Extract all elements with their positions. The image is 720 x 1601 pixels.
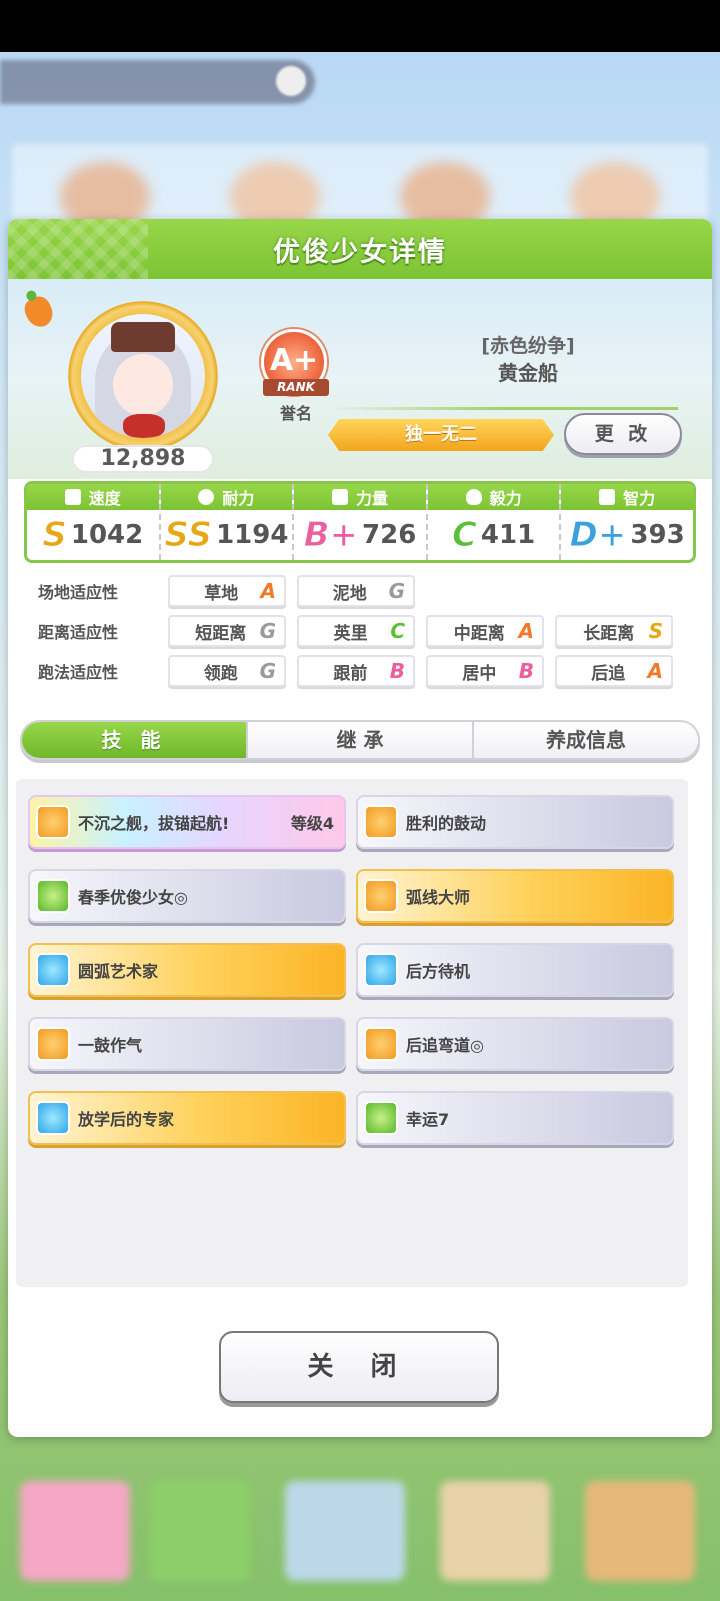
background-topbar <box>0 60 315 104</box>
stat-value: 726 <box>362 520 417 550</box>
stat-grade: S <box>42 515 67 556</box>
skill-icon <box>364 953 398 987</box>
skill-item[interactable]: 弧线大师 <box>356 869 674 923</box>
score-value: 12,898 <box>72 445 214 473</box>
dialog-title: 优俊少女详情 <box>273 236 447 268</box>
stat-label: 力量 <box>355 489 388 508</box>
background-bottom-nav <box>0 1441 720 1601</box>
aptitude-label: 场地适应性 <box>38 583 119 602</box>
skill-item[interactable]: 后追弯道◎ <box>356 1017 674 1071</box>
horse-title: [赤色纷争] <box>481 335 575 357</box>
horse-portrait <box>81 314 205 438</box>
rank-label: 誉名 <box>279 404 312 423</box>
aptitude-cell: 领跑 G <box>168 655 286 687</box>
aptitude-cell: 草地 A <box>168 575 286 607</box>
aptitude-cell: 后追 A <box>555 655 673 687</box>
aptitude-cell: 短距离 G <box>168 615 286 647</box>
skill-item[interactable]: 不沉之舰，拔锚起航! 等级4 <box>28 795 346 849</box>
aptitude-row-track: 场地适应性 草地 A 泥地 G <box>38 575 426 607</box>
stat-grade: B+ <box>303 515 359 556</box>
skill-icon <box>36 1101 70 1135</box>
aptitude-row-style: 跑法适应性 领跑 G 跟前 B 居中 B 后追 A <box>38 655 684 687</box>
aptitude-cell: 中距离 A <box>426 615 544 647</box>
skill-item[interactable]: 放学后的专家 <box>28 1091 346 1145</box>
graduation-cap-icon <box>599 489 616 505</box>
stat-grade: SS <box>164 515 213 556</box>
aptitude-grade: A <box>260 579 276 603</box>
stat-label: 速度 <box>88 489 121 508</box>
horse-name: 黄金船 <box>498 361 558 385</box>
tab-skills[interactable]: 技 能 <box>22 722 248 758</box>
aptitude-grade: S <box>648 619 663 643</box>
stat-grade: D+ <box>569 515 627 556</box>
skill-icon <box>36 805 70 839</box>
tab-training-info[interactable]: 养成信息 <box>474 722 698 758</box>
skill-item[interactable]: 春季优俊少女◎ <box>28 869 346 923</box>
aptitude-grade: G <box>259 619 276 643</box>
aptitude-grade: A <box>647 659 663 683</box>
stat-label: 智力 <box>623 489 656 508</box>
stat-power: 力量 B+ 726 <box>294 484 428 560</box>
dialog-header: 优俊少女详情 <box>8 219 712 279</box>
shoe-icon <box>64 489 81 505</box>
carrot-icon[interactable] <box>20 292 58 332</box>
stat-speed: 速度 S 1042 <box>27 484 161 560</box>
skill-item[interactable]: 胜利的鼓动 <box>356 795 674 849</box>
stat-label: 耐力 <box>222 489 255 508</box>
stat-value: 393 <box>630 520 685 550</box>
skill-icon <box>36 953 70 987</box>
stat-label: 毅力 <box>489 489 522 508</box>
stat-guts: 毅力 C 411 <box>427 484 562 560</box>
skill-item[interactable]: 幸运7 <box>356 1091 674 1145</box>
heart-icon <box>198 489 215 505</box>
epithet-banner: 独一无二 <box>328 419 554 451</box>
aptitude-label: 距离适应性 <box>38 623 119 642</box>
aptitude-cell: 泥地 G <box>297 575 415 607</box>
skill-level: 等级4 <box>290 814 334 833</box>
muscle-icon <box>331 489 348 505</box>
detail-tabs: 技 能 继 承 养成信息 <box>20 720 700 760</box>
stat-value: 1042 <box>70 520 144 550</box>
skill-icon <box>364 1101 398 1135</box>
stat-value: 411 <box>480 520 536 550</box>
skill-icon <box>36 879 70 913</box>
aptitude-grade: A <box>518 619 534 643</box>
stats-panel: 速度 S 1042 耐力 SS 1194 力量 B+ 726 毅力 C 411 智力 D… <box>24 481 696 563</box>
skill-icon <box>36 1027 70 1061</box>
aptitude-grade: G <box>259 659 276 683</box>
skill-item[interactable]: 圆弧艺术家 <box>28 943 346 997</box>
aptitude-cell: 跟前 B <box>297 655 415 687</box>
aptitude-cell: 长距离 S <box>555 615 673 647</box>
skill-item[interactable]: 后方待机 <box>356 943 674 997</box>
skill-icon <box>364 805 398 839</box>
stat-wisdom: 智力 D+ 393 <box>561 484 693 560</box>
skill-icon <box>364 1027 398 1061</box>
stat-stamina: 耐力 SS 1194 <box>160 484 295 560</box>
change-button[interactable]: 更 改 <box>564 413 682 455</box>
flame-icon <box>465 489 482 505</box>
aptitude-grade: B <box>518 659 534 683</box>
aptitude-cell: 居中 B <box>426 655 544 687</box>
profile-section: 12,898 A+ RANK 誉名 [赤色纷争] 黄金船 独一无二 更 改 <box>8 279 712 479</box>
aptitude-grade: C <box>390 619 405 643</box>
background-topbar-icon <box>276 66 306 96</box>
tab-inheritance[interactable]: 继 承 <box>248 722 474 758</box>
aptitude-label: 跑法适应性 <box>38 663 119 682</box>
horse-detail-dialog: 优俊少女详情 12,898 A+ RANK 誉名 [赤色纷争] 黄金船 独一无二… <box>8 219 712 1437</box>
aptitude-row-distance: 距离适应性 短距离 G 英里 C 中距离 A 长距离 S <box>38 615 684 647</box>
close-button[interactable]: 关 闭 <box>219 1331 499 1403</box>
skill-icon <box>364 879 398 913</box>
skills-panel: 不沉之舰，拔锚起航! 等级4 胜利的鼓动 春季优俊少女◎ 弧线大师 圆弧艺术家 … <box>16 779 688 1287</box>
stat-value: 1194 <box>216 520 289 550</box>
divider <box>328 407 678 410</box>
aptitude-grade: B <box>389 659 405 683</box>
stat-grade: C <box>451 515 477 556</box>
aptitude-cell: 英里 C <box>297 615 415 647</box>
skill-item[interactable]: 一鼓作气 <box>28 1017 346 1071</box>
aptitude-grade: G <box>388 579 405 603</box>
rank-ribbon: RANK <box>263 379 329 396</box>
